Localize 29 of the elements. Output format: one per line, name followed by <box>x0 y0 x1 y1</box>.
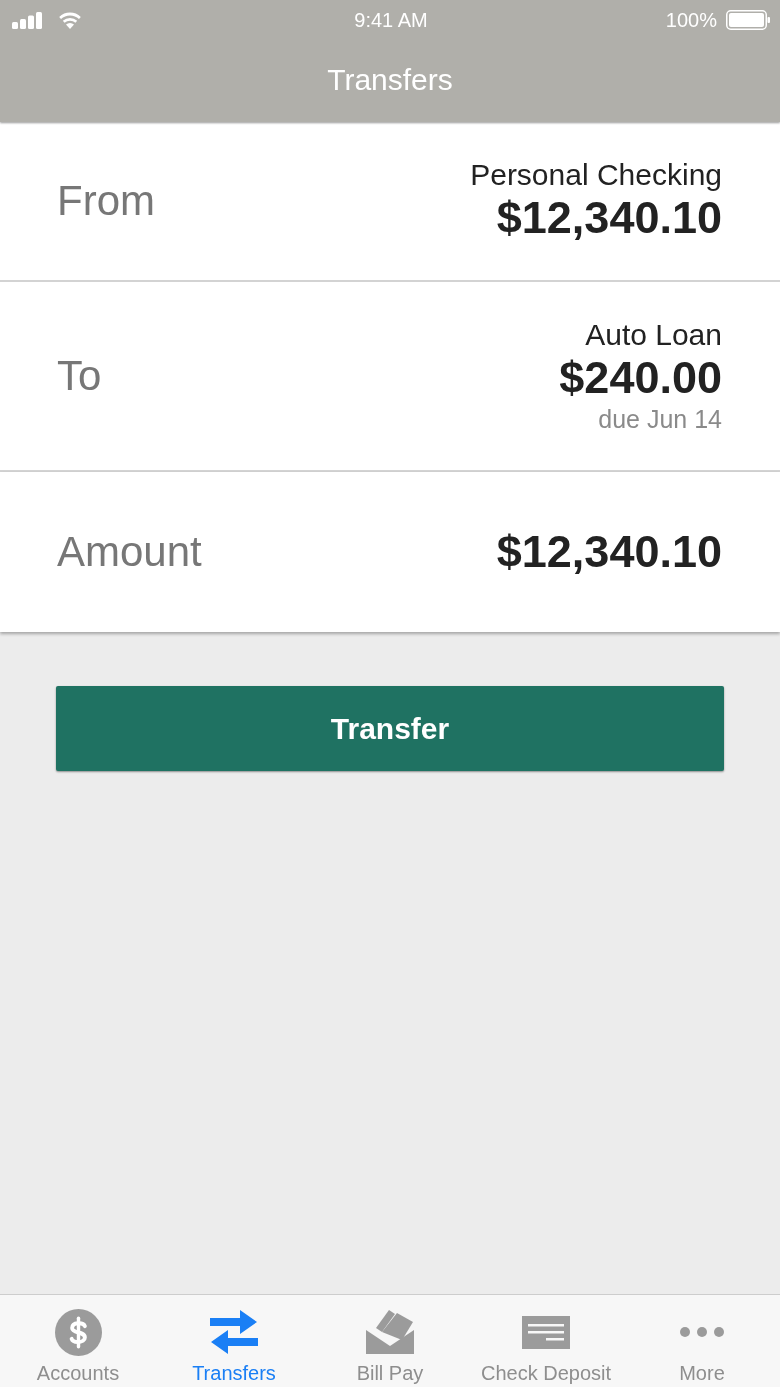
signal-icon <box>12 11 42 29</box>
battery-icon <box>726 10 770 30</box>
wifi-icon <box>58 11 82 29</box>
tab-item[interactable]: Bill Pay <box>312 1295 468 1387</box>
cheque-icon <box>522 1315 570 1349</box>
envelope-icon <box>366 1310 414 1354</box>
form-row[interactable]: Amount $12,340.10 <box>0 472 780 632</box>
tab-item[interactable]: Accounts <box>0 1295 156 1387</box>
screen-title: Transfers <box>327 63 453 97</box>
row-label: From <box>57 177 155 225</box>
status-time: 9:41 AM <box>354 8 428 32</box>
transfer-button[interactable]: Transfer <box>56 686 724 771</box>
account-name: Auto Loan <box>585 318 722 352</box>
row-label: Amount <box>57 528 202 576</box>
due-date: due Jun 14 <box>598 404 722 434</box>
account-name: Personal Checking <box>470 158 722 192</box>
tab-item[interactable]: More <box>624 1295 780 1387</box>
battery-percent: 100% <box>665 8 717 32</box>
row-label: To <box>57 352 102 400</box>
amount-value: $240.00 <box>559 352 722 404</box>
ellipsis-icon <box>679 1326 725 1338</box>
amount-value: $12,340.10 <box>496 526 722 578</box>
form-row[interactable]: To Auto Loan $240.00 due Jun 14 <box>0 282 780 472</box>
amount-value: $12,340.10 <box>496 192 722 244</box>
dollar-circle-icon <box>54 1308 102 1356</box>
swap-arrows-icon <box>210 1308 258 1356</box>
tab-item[interactable]: Transfers <box>156 1295 312 1387</box>
tab-item[interactable]: Check Deposit <box>468 1295 624 1387</box>
form-row[interactable]: From Personal Checking $12,340.10 <box>0 122 780 282</box>
